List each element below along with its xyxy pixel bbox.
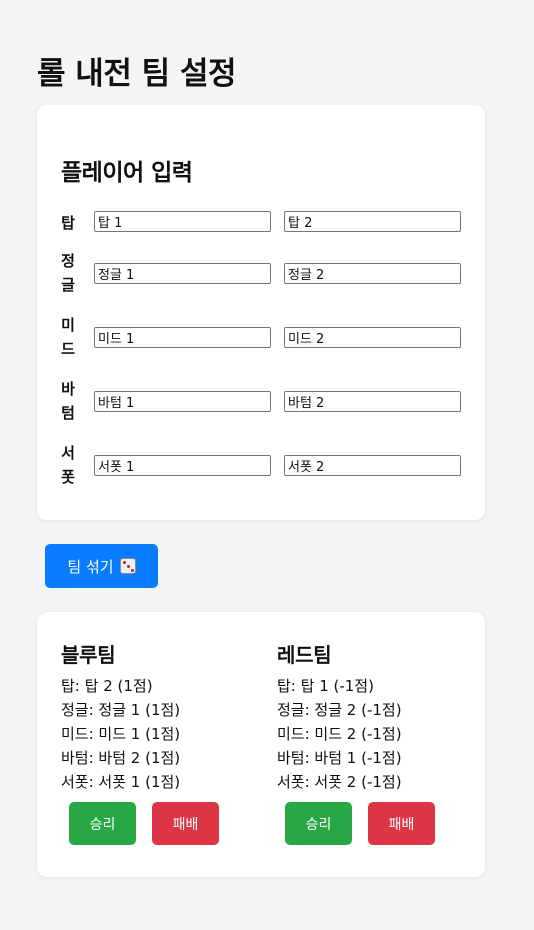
red-win-button[interactable]: 승리 (285, 802, 352, 845)
blue-team-line: 정글: 정글 1 (1점) (61, 701, 181, 719)
dice-icon (119, 558, 136, 574)
support-player-2-input[interactable] (284, 455, 461, 476)
mid-player-2-input[interactable] (284, 327, 461, 348)
role-label-top: 탑 (61, 214, 75, 232)
role-label-mid: 미드 (61, 316, 75, 358)
blue-win-button[interactable]: 승리 (69, 802, 136, 845)
red-lose-button[interactable]: 패배 (368, 802, 435, 845)
top-player-1-input[interactable] (94, 211, 271, 232)
blue-team-line: 바텀: 바텀 2 (1점) (61, 749, 181, 767)
blue-team-title: 블루팀 (61, 643, 116, 667)
jungle-player-2-input[interactable] (284, 263, 461, 284)
role-row-mid: 미드 (37, 316, 485, 358)
role-row-bottom: 바텀 (37, 380, 485, 422)
team-result-card: 블루팀 탑: 탑 2 (1점) 정글: 정글 1 (1점) 미드: 미드 1 (… (37, 612, 485, 877)
top-player-2-input[interactable] (284, 211, 461, 232)
bottom-player-1-input[interactable] (94, 391, 271, 412)
red-team-title: 레드팀 (277, 643, 332, 667)
blue-team-line: 미드: 미드 1 (1점) (61, 725, 181, 743)
jungle-player-1-input[interactable] (94, 263, 271, 284)
role-label-jungle: 정글 (61, 252, 75, 294)
bottom-player-2-input[interactable] (284, 391, 461, 412)
blue-team-line: 탑: 탑 2 (1점) (61, 677, 153, 695)
red-team-line: 서폿: 서폿 2 (-1점) (277, 773, 402, 791)
red-team-line: 미드: 미드 2 (-1점) (277, 725, 402, 743)
red-team-line: 탑: 탑 1 (-1점) (277, 677, 374, 695)
blue-team-line: 서폿: 서폿 1 (1점) (61, 773, 181, 791)
red-team-line: 정글: 정글 2 (-1점) (277, 701, 402, 719)
role-row-support: 서폿 (37, 444, 485, 486)
page-title: 롤 내전 팀 설정 (37, 56, 237, 92)
player-input-title: 플레이어 입력 (61, 160, 193, 186)
shuffle-button-label: 팀 섞기 (67, 557, 114, 576)
role-label-support: 서폿 (61, 444, 75, 486)
role-row-jungle: 정글 (37, 252, 485, 294)
support-player-1-input[interactable] (94, 455, 271, 476)
blue-lose-button[interactable]: 패배 (152, 802, 219, 845)
role-label-bottom: 바텀 (61, 380, 75, 422)
player-input-card: 플레이어 입력 탑 정글 미드 바텀 서폿 (37, 105, 485, 520)
shuffle-teams-button[interactable]: 팀 섞기 (45, 544, 158, 588)
role-row-top: 탑 (37, 201, 485, 241)
mid-player-1-input[interactable] (94, 327, 271, 348)
red-team-line: 바텀: 바텀 1 (-1점) (277, 749, 402, 767)
